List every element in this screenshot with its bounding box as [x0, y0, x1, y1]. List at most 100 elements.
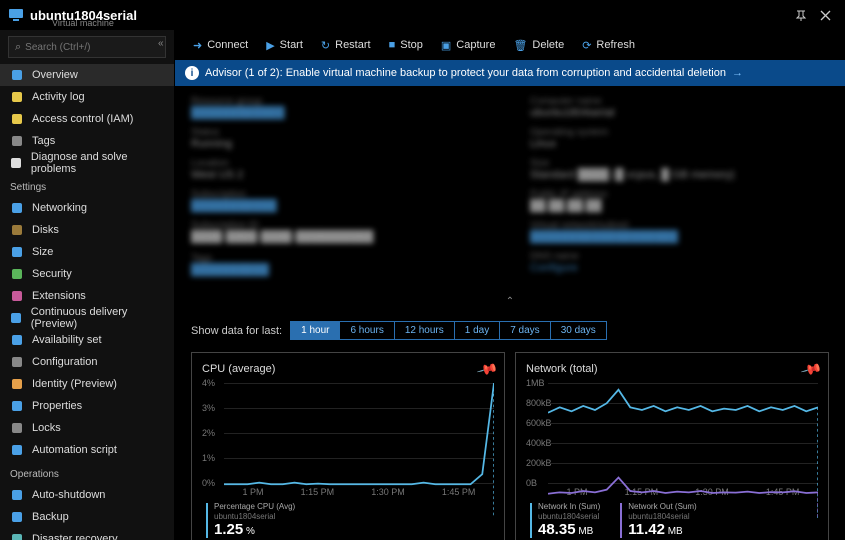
- sidebar-item-label: Access control (IAM): [32, 113, 133, 125]
- advisor-text: Advisor (1 of 2): Enable virtual machine…: [205, 67, 726, 79]
- identity-icon: [10, 377, 24, 391]
- chart-title: CPU (average): [202, 363, 494, 375]
- chart-card-1: Network (total) 📌 0B200kB400kB600kB800kB…: [515, 352, 829, 540]
- sidebar-item-access-control-iam-[interactable]: Access control (IAM): [0, 108, 174, 130]
- chart-card-0: CPU (average) 📌 0%1%2%3%4% 1 PM1:15 PM1:…: [191, 352, 505, 540]
- nav-list: Overview Activity log Access control (IA…: [0, 64, 174, 540]
- sidebar-item-label: Disks: [32, 224, 59, 236]
- sidebar-item-auto-shutdown[interactable]: Auto-shutdown: [0, 484, 174, 506]
- avail-icon: [10, 333, 24, 347]
- restart-icon: ↻: [321, 39, 330, 52]
- connect-icon: ➜: [193, 39, 202, 52]
- toolbar: ➜Connect ▶Start ↻Restart ■Stop ▣Capture …: [175, 30, 845, 60]
- legend-value: 1.25 %: [214, 521, 295, 538]
- pin-chart-icon[interactable]: 📌: [799, 358, 823, 381]
- sidebar-item-networking[interactable]: Networking: [0, 197, 174, 219]
- sidebar-item-label: Configuration: [32, 356, 97, 368]
- time-range-1-hour[interactable]: 1 hour: [290, 321, 340, 340]
- connect-button[interactable]: ➜Connect: [185, 33, 256, 57]
- advisor-banner[interactable]: i Advisor (1 of 2): Enable virtual machi…: [175, 60, 845, 86]
- sidebar-item-disaster-recovery[interactable]: Disaster recovery: [0, 528, 174, 540]
- cd-icon: [10, 311, 23, 325]
- overview-icon: [10, 68, 24, 82]
- ext-icon: [10, 289, 24, 303]
- vm-icon: [8, 7, 24, 23]
- content-area: Resource group████████████ StatusRunning…: [175, 86, 845, 540]
- arrow-right-icon: →: [732, 67, 743, 79]
- stop-button[interactable]: ■Stop: [381, 33, 431, 57]
- sidebar-item-identity-preview-[interactable]: Identity (Preview): [0, 373, 174, 395]
- delete-button[interactable]: 🗑Delete: [505, 33, 572, 57]
- time-range-selector: Show data for last: 1 hour6 hours12 hour…: [191, 321, 829, 340]
- sidebar-item-properties[interactable]: Properties: [0, 395, 174, 417]
- props-icon: [10, 399, 24, 413]
- search-box[interactable]: ⌕: [8, 36, 166, 58]
- play-icon: ▶: [266, 39, 274, 52]
- refresh-button[interactable]: ⟳Refresh: [574, 33, 643, 57]
- sidebar-item-overview[interactable]: Overview: [0, 64, 174, 86]
- start-button[interactable]: ▶Start: [258, 33, 311, 57]
- time-range-30-days[interactable]: 30 days: [550, 321, 607, 340]
- chart-title: Network (total): [526, 363, 818, 375]
- sidebar-item-size[interactable]: Size: [0, 241, 174, 263]
- sidebar-item-label: Networking: [32, 202, 87, 214]
- sidebar-item-label: Automation script: [32, 444, 117, 456]
- dr-icon: [10, 532, 24, 540]
- capture-icon: ▣: [441, 39, 451, 52]
- autoshut-icon: [10, 488, 24, 502]
- sidebar-item-continuous-delivery-preview-[interactable]: Continuous delivery (Preview): [0, 307, 174, 329]
- page-subtitle: Virtual machine: [52, 18, 114, 28]
- disks-icon: [10, 223, 24, 237]
- collapse-essentials-icon[interactable]: ⌃: [191, 294, 829, 309]
- restart-button[interactable]: ↻Restart: [313, 33, 379, 57]
- legend-value: 48.35 MB: [538, 521, 600, 538]
- main-panel: ➜Connect ▶Start ↻Restart ■Stop ▣Capture …: [175, 30, 845, 540]
- sidebar-item-activity-log[interactable]: Activity log: [0, 86, 174, 108]
- tags-icon: [10, 134, 24, 148]
- legend-value: 11.42 MB: [628, 521, 696, 538]
- sidebar-item-label: Activity log: [32, 91, 85, 103]
- config-icon: [10, 355, 24, 369]
- chart-area[interactable]: 0B200kB400kB600kB800kB1MB: [526, 383, 818, 483]
- charts-row: CPU (average) 📌 0%1%2%3%4% 1 PM1:15 PM1:…: [191, 352, 829, 540]
- sidebar-item-label: Auto-shutdown: [32, 489, 105, 501]
- stop-icon: ■: [389, 39, 396, 51]
- sidebar-item-security[interactable]: Security: [0, 263, 174, 285]
- sidebar-item-tags[interactable]: Tags: [0, 130, 174, 152]
- pin-window-icon[interactable]: [789, 3, 813, 27]
- close-icon[interactable]: [813, 3, 837, 27]
- capture-button[interactable]: ▣Capture: [433, 33, 504, 57]
- security-icon: [10, 267, 24, 281]
- sidebar-item-disks[interactable]: Disks: [0, 219, 174, 241]
- chart-area[interactable]: 0%1%2%3%4%: [202, 383, 494, 483]
- sidebar-item-automation-script[interactable]: Automation script: [0, 439, 174, 461]
- sidebar-item-backup[interactable]: Backup: [0, 506, 174, 528]
- time-range-6-hours[interactable]: 6 hours: [339, 321, 394, 340]
- sidebar-item-extensions[interactable]: Extensions: [0, 285, 174, 307]
- sidebar-item-label: Security: [32, 268, 72, 280]
- activity-icon: [10, 90, 24, 104]
- sidebar-item-availability-set[interactable]: Availability set: [0, 329, 174, 351]
- locks-icon: [10, 421, 24, 435]
- pin-chart-icon[interactable]: 📌: [475, 358, 499, 381]
- sidebar-item-label: Continuous delivery (Preview): [31, 306, 164, 330]
- iam-icon: [10, 112, 24, 126]
- diagnose-icon: [10, 156, 23, 170]
- search-input[interactable]: [25, 42, 159, 53]
- collapse-sidebar-icon[interactable]: «: [158, 38, 164, 49]
- titlebar: ubuntu1804serial Virtual machine: [0, 0, 845, 30]
- sidebar-item-label: Availability set: [32, 334, 102, 346]
- time-range-1-day[interactable]: 1 day: [454, 321, 500, 340]
- sidebar-item-diagnose-and-solve-problems[interactable]: Diagnose and solve problems: [0, 152, 174, 174]
- sidebar-item-locks[interactable]: Locks: [0, 417, 174, 439]
- network-icon: [10, 201, 24, 215]
- nav-heading-settings: Settings: [0, 174, 174, 197]
- time-range-7-days[interactable]: 7 days: [499, 321, 550, 340]
- trash-icon: 🗑: [513, 39, 527, 52]
- time-range-12-hours[interactable]: 12 hours: [394, 321, 455, 340]
- sidebar-item-label: Identity (Preview): [32, 378, 117, 390]
- sidebar-item-label: Properties: [32, 400, 82, 412]
- sidebar-item-configuration[interactable]: Configuration: [0, 351, 174, 373]
- sidebar-item-label: Tags: [32, 135, 55, 147]
- sidebar-item-label: Size: [32, 246, 53, 258]
